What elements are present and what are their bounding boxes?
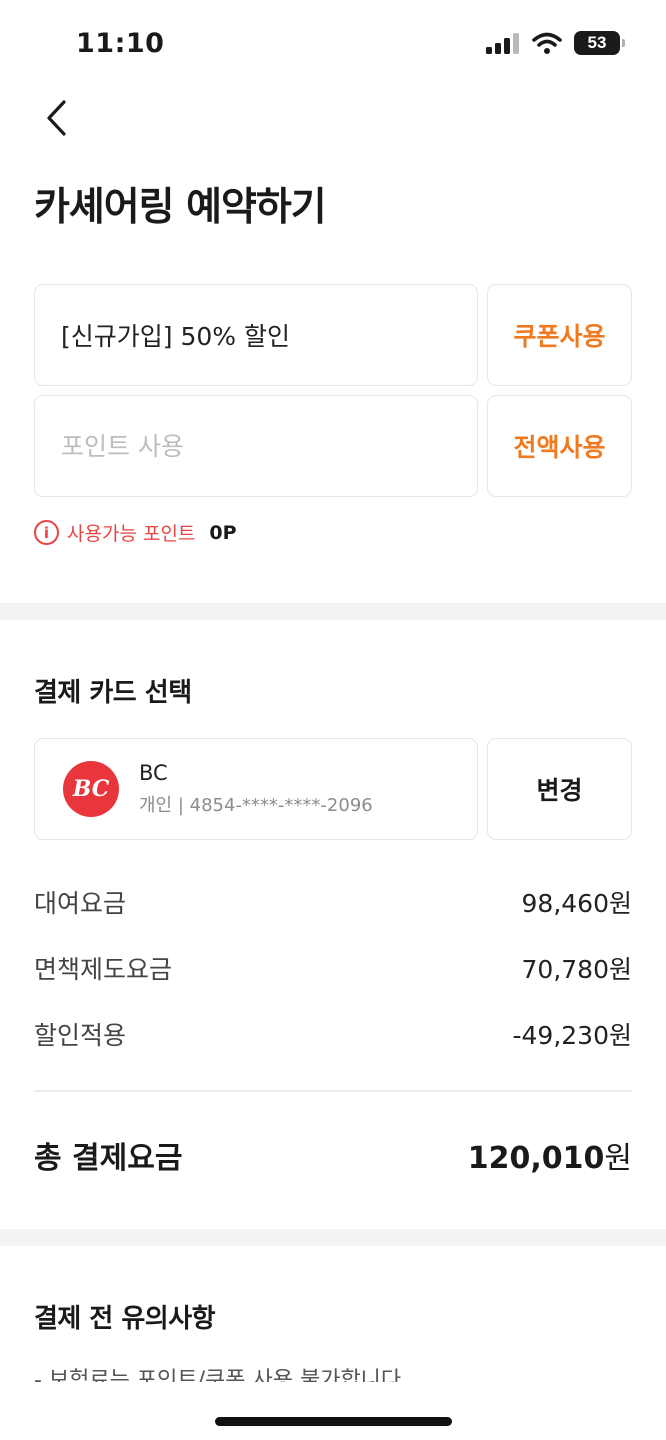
fee-label: 면책제도요금 [34,955,173,984]
fee-label: 할인적용 [34,1021,127,1050]
card-info: BC 개인 | 4854-****-****-2096 [139,761,373,817]
battery-icon: 53 [574,31,625,55]
fee-label: 대여요금 [34,889,127,918]
bc-card-logo: BC [63,761,119,817]
section-divider [0,1229,666,1246]
info-icon: i [34,520,59,545]
available-points-notice: i 사용가능 포인트 0P [34,519,237,546]
available-points-value: 0P [209,521,237,544]
coupon-field[interactable]: [신규가입] 50% 할인 [34,284,478,386]
fee-amount: -49,230원 [512,1021,633,1050]
wifi-icon [532,32,562,54]
total-amount-number: 120,010 [467,1141,605,1176]
card-number: 개인 | 4854-****-****-2096 [139,795,373,816]
total-amount: 120,010원 [468,1133,632,1177]
total-divider [34,1090,632,1092]
status-time: 11:10 [76,28,165,59]
fee-row-discount: 할인적용 -49,230원 [34,1016,632,1052]
card-name: BC [139,761,168,785]
points-field[interactable] [34,395,478,497]
notes-first-line: - 보험료는 포인트/쿠폰 사용 불가합니다 [34,1368,402,1382]
chevron-left-icon [47,100,66,136]
available-points-label: 사용가능 포인트 [67,523,196,545]
payment-card-title: 결제 카드 선택 [34,678,192,708]
notes-title: 결제 전 유의사항 [34,1304,216,1334]
page-title: 카셰어링 예약하기 [34,185,327,230]
fee-row-insurance: 면책제도요금 70,780원 [34,950,632,986]
use-coupon-button[interactable]: 쿠폰사용 [487,284,632,386]
status-bar: 11:10 53 [0,0,666,88]
use-all-points-button[interactable]: 전액사용 [487,395,632,497]
total-label: 총 결제요금 [34,1141,183,1176]
fee-row-rental: 대여요금 98,460원 [34,884,632,920]
section-divider [0,603,666,620]
status-icons: 53 [486,31,625,55]
change-card-button[interactable]: 변경 [487,738,632,840]
total-amount-unit: 원 [604,1141,632,1176]
coupon-value: [신규가입] 50% 할인 [61,322,290,351]
fee-amount: 98,460원 [521,889,632,918]
signal-icon [486,33,519,54]
battery-level: 53 [587,33,607,52]
selected-card: BC BC 개인 | 4854-****-****-2096 [34,738,478,840]
total-row: 총 결제요금 120,010원 [34,1133,632,1177]
fee-amount: 70,780원 [521,955,632,984]
back-button[interactable] [34,96,78,140]
points-input[interactable] [61,431,477,461]
home-indicator [215,1417,452,1426]
